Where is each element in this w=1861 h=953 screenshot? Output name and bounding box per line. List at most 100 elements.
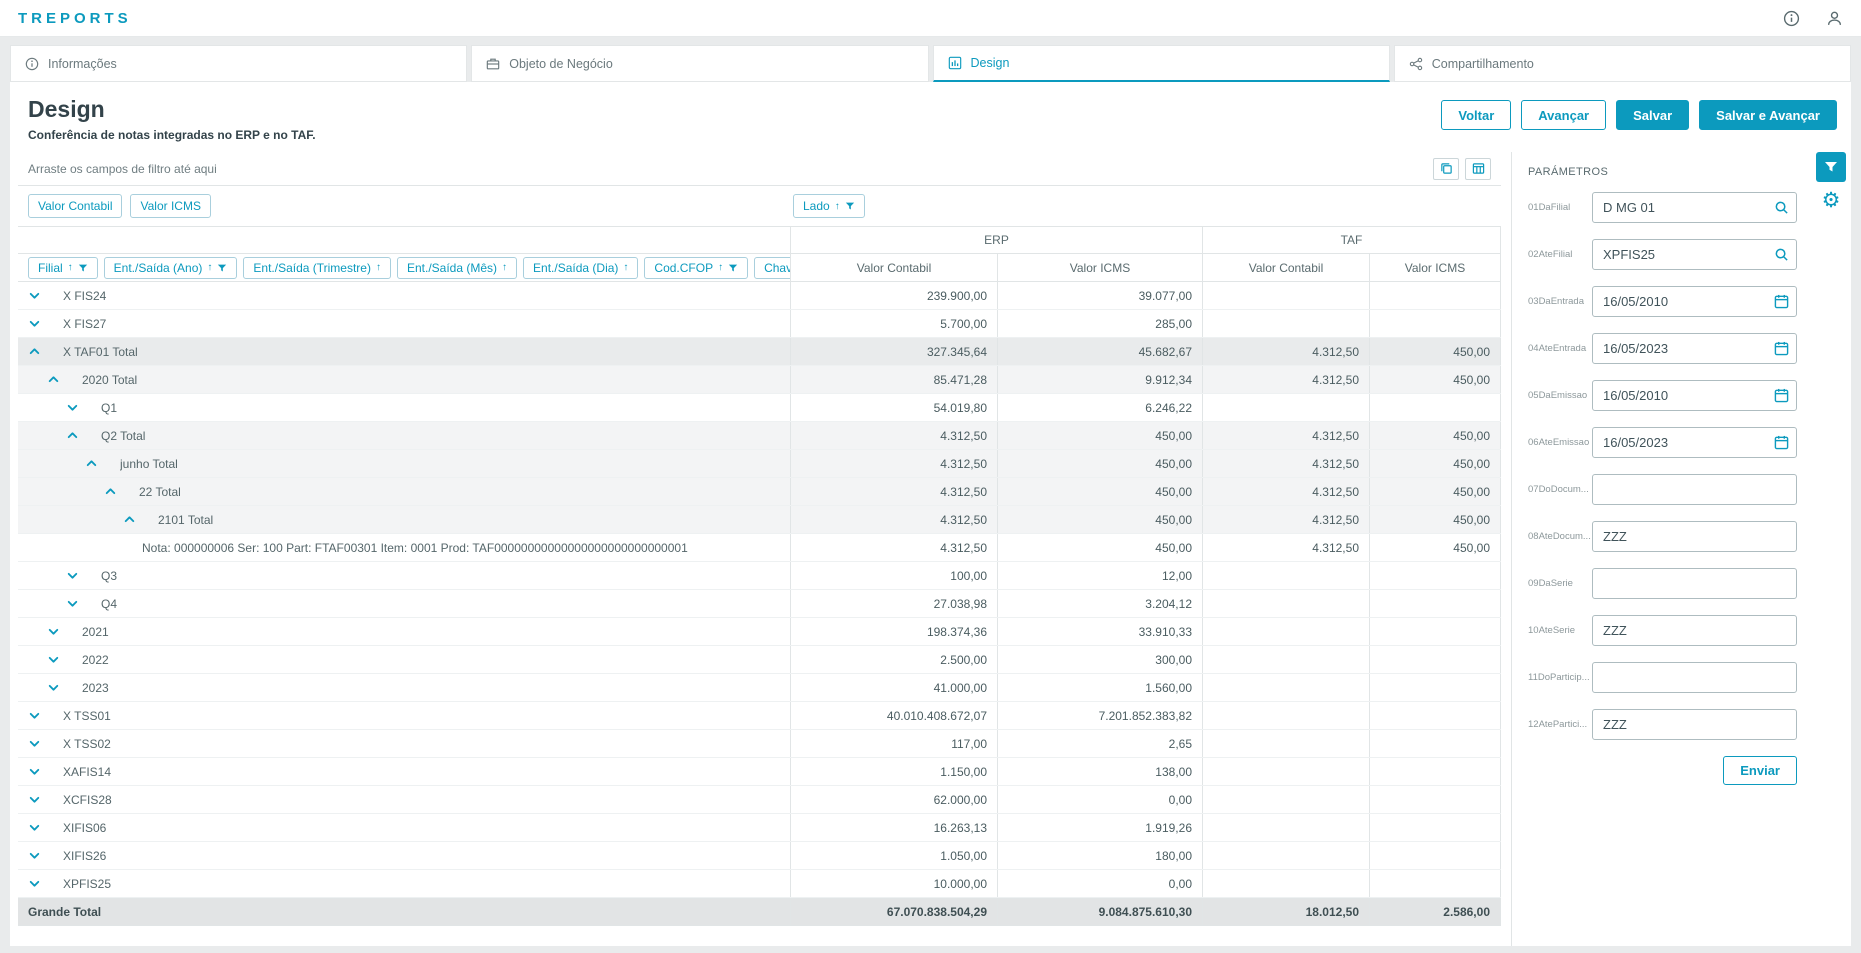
- row-field-chip[interactable]: Filial ↑: [28, 256, 98, 279]
- pivot-row[interactable]: Q4 27.038,98 3.204,12: [18, 590, 1501, 618]
- param-input[interactable]: [1592, 662, 1797, 693]
- expand-chevron-icon[interactable]: [28, 877, 41, 890]
- sort-asc-icon[interactable]: ↑: [835, 201, 840, 212]
- expand-chevron-icon[interactable]: [28, 709, 41, 722]
- row-field-chip[interactable]: Ent./Saída (Trimestre) ↑: [243, 256, 391, 279]
- measure-chip[interactable]: Valor ICMS: [130, 194, 211, 218]
- param-input[interactable]: [1592, 380, 1797, 411]
- expand-chevron-icon[interactable]: [66, 429, 79, 442]
- param-input[interactable]: [1592, 192, 1797, 223]
- calendar-icon[interactable]: [1774, 435, 1789, 450]
- param-input[interactable]: [1592, 521, 1797, 552]
- search-icon[interactable]: [1774, 200, 1789, 215]
- pivot-row[interactable]: 2023 41.000,00 1.560,00: [18, 674, 1501, 702]
- filter-funnel-icon[interactable]: [845, 201, 855, 211]
- sort-asc-icon[interactable]: ↑: [623, 262, 628, 273]
- expand-chevron-icon[interactable]: [28, 345, 41, 358]
- expand-chevron-icon[interactable]: [28, 289, 41, 302]
- copy-icon[interactable]: [1433, 157, 1459, 180]
- row-field-chip[interactable]: Ent./Saída (Ano) ↑: [103, 256, 238, 279]
- pivot-row[interactable]: 2020 Total 85.471,28 9.912,34 4.312,50 4…: [18, 366, 1501, 394]
- gear-icon[interactable]: ⚙: [1822, 190, 1841, 211]
- pivot-row[interactable]: 2022 2.500,00 300,00: [18, 646, 1501, 674]
- pivot-row[interactable]: X FIS24 239.900,00 39.077,00: [18, 282, 1501, 310]
- salvar-e-avancar-button[interactable]: Salvar e Avançar: [1699, 100, 1837, 130]
- column-field-chip-lado[interactable]: Lado ↑: [793, 194, 865, 218]
- tab-informacoes[interactable]: Informações: [10, 45, 468, 82]
- field-chooser-icon[interactable]: [1465, 157, 1491, 180]
- expand-chevron-icon[interactable]: [28, 317, 41, 330]
- tab-design[interactable]: Design: [932, 45, 1390, 82]
- row-field-chip[interactable]: Chave Nota ↑: [754, 256, 790, 279]
- expand-chevron-icon[interactable]: [28, 849, 41, 862]
- expand-chevron-icon[interactable]: [28, 737, 41, 750]
- row-field-chip[interactable]: Ent./Saída (Mês) ↑: [396, 256, 518, 279]
- calendar-icon[interactable]: [1774, 388, 1789, 403]
- calendar-icon[interactable]: [1774, 341, 1789, 356]
- expand-chevron-icon[interactable]: [66, 597, 79, 610]
- pivot-row[interactable]: 2101 Total 4.312,50 450,00 4.312,50 450,…: [18, 506, 1501, 534]
- avancar-button[interactable]: Avançar: [1521, 100, 1607, 130]
- cell-erp-valor-icms: 2,65: [998, 730, 1203, 757]
- search-icon[interactable]: [1774, 247, 1789, 262]
- salvar-button[interactable]: Salvar: [1616, 100, 1690, 130]
- calendar-icon[interactable]: [1774, 294, 1789, 309]
- pivot-row[interactable]: Q1 54.019,80 6.246,22: [18, 394, 1501, 422]
- expand-chevron-icon[interactable]: [85, 457, 98, 470]
- pivot-row[interactable]: XAFIS14 1.150,00 138,00: [18, 758, 1501, 786]
- expand-chevron-icon[interactable]: [47, 653, 60, 666]
- row-field-chip[interactable]: Ent./Saída (Dia) ↑: [523, 256, 639, 279]
- expand-chevron-icon[interactable]: [28, 793, 41, 806]
- pivot-row[interactable]: X TSS02 117,00 2,65: [18, 730, 1501, 758]
- expand-chevron-icon[interactable]: [28, 821, 41, 834]
- sort-asc-icon[interactable]: ↑: [68, 262, 73, 273]
- row-field-chip[interactable]: Cod.CFOP ↑: [644, 256, 749, 279]
- pivot-row[interactable]: XIFIS26 1.050,00 180,00: [18, 842, 1501, 870]
- tab-compartilhamento[interactable]: Compartilhamento: [1393, 45, 1851, 82]
- sort-asc-icon[interactable]: ↑: [207, 262, 212, 273]
- expand-chevron-icon[interactable]: [47, 625, 60, 638]
- pivot-row[interactable]: Q2 Total 4.312,50 450,00 4.312,50 450,00: [18, 422, 1501, 450]
- filter-funnel-icon[interactable]: [217, 263, 227, 273]
- measure-chip[interactable]: Valor Contabil: [28, 194, 123, 218]
- filter-drop-zone[interactable]: Arraste os campos de filtro até aqui: [18, 152, 1501, 186]
- param-input[interactable]: [1592, 286, 1797, 317]
- param-input[interactable]: [1592, 615, 1797, 646]
- expand-chevron-icon[interactable]: [28, 765, 41, 778]
- sort-asc-icon[interactable]: ↑: [376, 262, 381, 273]
- pivot-row[interactable]: XCFIS28 62.000,00 0,00: [18, 786, 1501, 814]
- user-profile-icon[interactable]: [1826, 10, 1843, 27]
- pivot-row[interactable]: X FIS27 5.700,00 285,00: [18, 310, 1501, 338]
- enviar-button[interactable]: Enviar: [1723, 756, 1797, 785]
- expand-chevron-icon[interactable]: [66, 401, 79, 414]
- filter-toggle-button[interactable]: [1816, 152, 1846, 182]
- help-info-icon[interactable]: [1783, 10, 1800, 27]
- expand-chevron-icon[interactable]: [47, 681, 60, 694]
- expand-chevron-icon[interactable]: [123, 513, 136, 526]
- param-input[interactable]: [1592, 427, 1797, 458]
- pivot-row[interactable]: Nota: 000000006 Ser: 100 Part: FTAF00301…: [18, 534, 1501, 562]
- pivot-row[interactable]: XPFIS25 10.000,00 0,00: [18, 870, 1501, 898]
- pivot-row[interactable]: X TAF01 Total 327.345,64 45.682,67 4.312…: [18, 338, 1501, 366]
- expand-chevron-icon[interactable]: [104, 485, 117, 498]
- sort-asc-icon[interactable]: ↑: [718, 262, 723, 273]
- pivot-row[interactable]: 2021 198.374,36 33.910,33: [18, 618, 1501, 646]
- pivot-row[interactable]: X TSS01 40.010.408.672,07 7.201.852.383,…: [18, 702, 1501, 730]
- pivot-row[interactable]: XIFIS06 16.263,13 1.919,26: [18, 814, 1501, 842]
- pivot-row[interactable]: junho Total 4.312,50 450,00 4.312,50 450…: [18, 450, 1501, 478]
- pivot-row[interactable]: 22 Total 4.312,50 450,00 4.312,50 450,00: [18, 478, 1501, 506]
- sort-asc-icon[interactable]: ↑: [502, 262, 507, 273]
- param-input[interactable]: [1592, 568, 1797, 599]
- pivot-row[interactable]: Q3 100,00 12,00: [18, 562, 1501, 590]
- param-input[interactable]: [1592, 474, 1797, 505]
- filter-funnel-icon[interactable]: [78, 263, 88, 273]
- tab-objeto-de-negocio[interactable]: Objeto de Negócio: [471, 45, 929, 82]
- param-input[interactable]: [1592, 333, 1797, 364]
- param-input[interactable]: [1592, 709, 1797, 740]
- cell-erp-valor-icms: 1.919,26: [998, 814, 1203, 841]
- expand-chevron-icon[interactable]: [47, 373, 60, 386]
- voltar-button[interactable]: Voltar: [1441, 100, 1512, 130]
- param-input[interactable]: [1592, 239, 1797, 270]
- expand-chevron-icon[interactable]: [66, 569, 79, 582]
- filter-funnel-icon[interactable]: [728, 263, 738, 273]
